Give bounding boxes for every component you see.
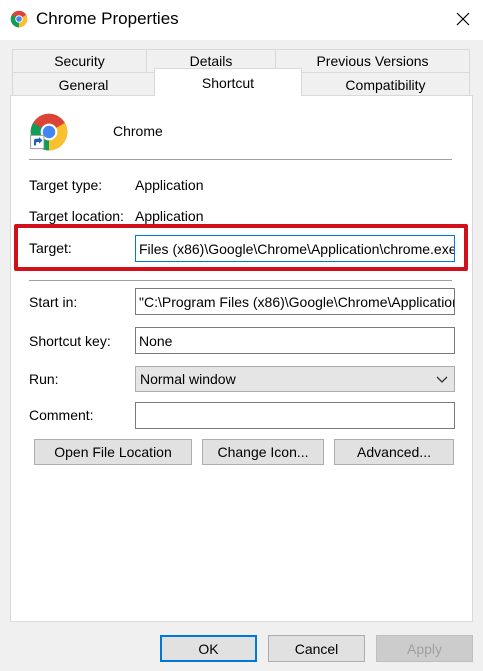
- close-button[interactable]: [446, 4, 480, 34]
- tab-shortcut[interactable]: Shortcut: [154, 68, 302, 96]
- shortcut-key-label: Shortcut key:: [29, 333, 111, 349]
- target-label: Target:: [29, 240, 72, 256]
- shortcut-key-value: None: [139, 332, 173, 349]
- comment-input[interactable]: [135, 402, 455, 429]
- close-icon: [456, 12, 470, 26]
- target-input[interactable]: Files (x86)\Google\Chrome\Application\ch…: [135, 235, 455, 262]
- target-type-label: Target type:: [29, 177, 103, 193]
- cancel-button[interactable]: Cancel: [268, 635, 365, 662]
- start-in-input[interactable]: "C:\Program Files (x86)\Google\Chrome\Ap…: [135, 288, 455, 315]
- target-value: Files (x86)\Google\Chrome\Application\ch…: [139, 240, 455, 257]
- tab-label: General: [58, 76, 109, 93]
- tab-label: Shortcut: [201, 74, 255, 91]
- change-icon-button[interactable]: Change Icon...: [202, 439, 324, 465]
- tab-general[interactable]: General: [12, 72, 155, 97]
- chevron-down-icon: [436, 376, 448, 383]
- run-select[interactable]: Normal window: [135, 366, 455, 392]
- separator: [29, 159, 452, 160]
- tab-security[interactable]: Security: [12, 49, 147, 73]
- run-value: Normal window: [140, 371, 236, 387]
- window-title: Chrome Properties: [36, 9, 179, 28]
- button-label: Cancel: [294, 640, 339, 657]
- run-label: Run:: [29, 371, 59, 387]
- target-location-label: Target location:: [29, 208, 124, 224]
- apply-button[interactable]: Apply: [376, 635, 473, 662]
- start-in-value: "C:\Program Files (x86)\Google\Chrome\Ap…: [139, 293, 455, 310]
- open-file-location-button[interactable]: Open File Location: [34, 439, 192, 465]
- chrome-shortcut-icon: [29, 112, 69, 152]
- button-label: OK: [198, 640, 219, 657]
- chrome-app-icon: [10, 10, 28, 28]
- ok-button[interactable]: OK: [160, 635, 257, 662]
- start-in-label: Start in:: [29, 294, 78, 310]
- tab-label: Previous Versions: [316, 53, 429, 69]
- button-label: Open File Location: [54, 444, 172, 460]
- shortcut-tab-panel: [10, 95, 473, 622]
- tab-label: Security: [54, 53, 105, 69]
- shortcut-key-input[interactable]: None: [135, 327, 455, 354]
- button-label: Apply: [406, 640, 443, 657]
- button-label: Advanced...: [357, 444, 431, 460]
- comment-label: Comment:: [29, 407, 94, 423]
- tab-compatibility[interactable]: Compatibility: [301, 72, 470, 97]
- target-type-value: Application: [135, 177, 204, 193]
- tab-label: Compatibility: [345, 76, 426, 93]
- tab-label: Details: [189, 53, 233, 69]
- advanced-button[interactable]: Advanced...: [334, 439, 454, 465]
- tab-previous-versions[interactable]: Previous Versions: [275, 49, 470, 73]
- button-label: Change Icon...: [217, 444, 309, 460]
- separator: [29, 280, 452, 281]
- app-name: Chrome: [113, 123, 163, 139]
- target-location-value: Application: [135, 208, 204, 224]
